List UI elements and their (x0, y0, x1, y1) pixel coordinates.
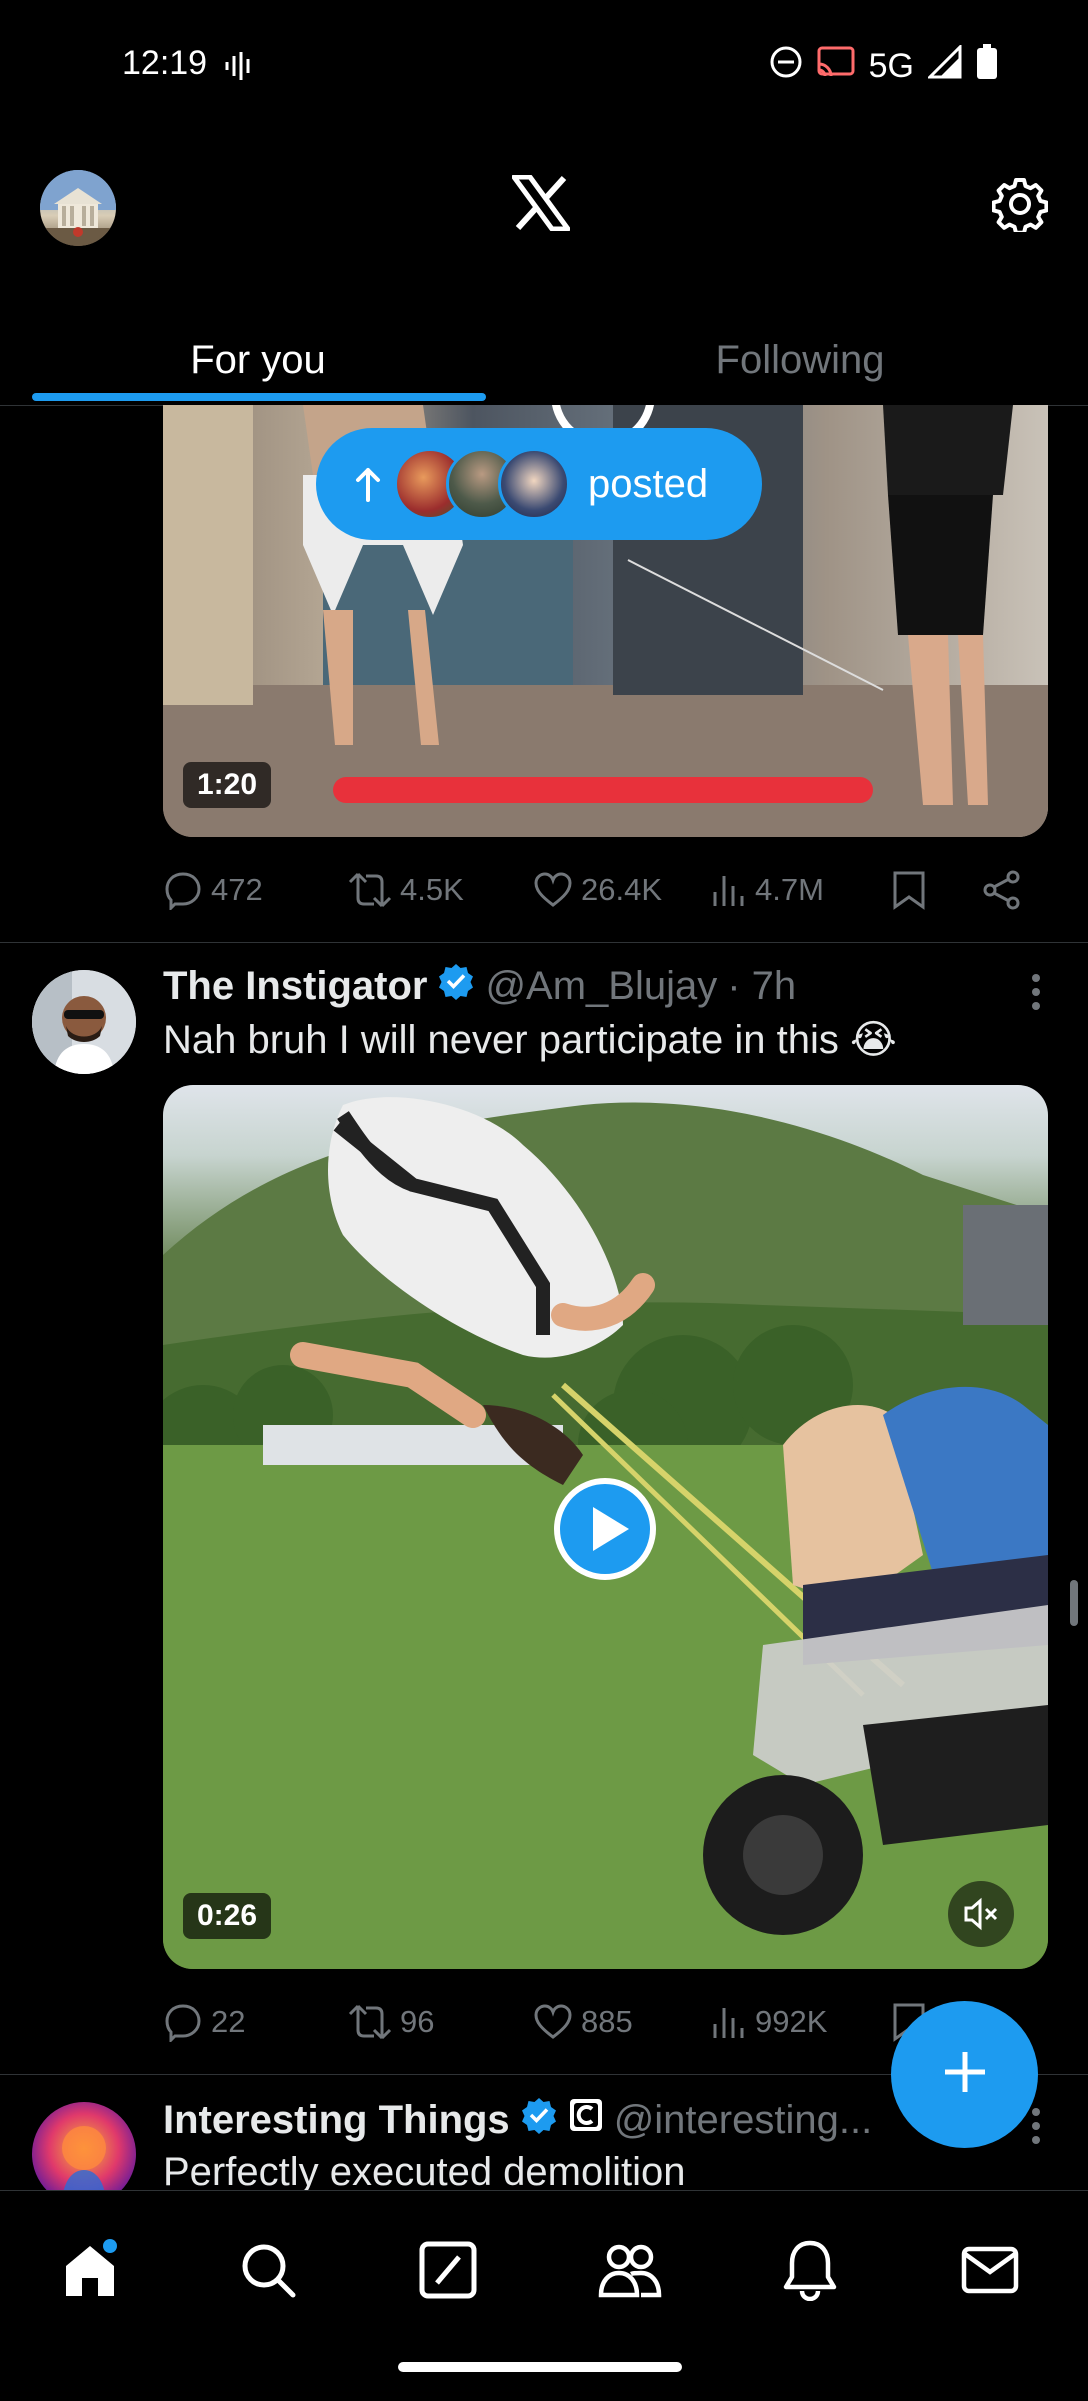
nav-messages[interactable] (950, 2232, 1030, 2312)
nav-notifications[interactable] (770, 2232, 850, 2312)
post-video[interactable]: 0:26 (163, 1085, 1048, 1969)
post-divider (0, 942, 1088, 943)
play-icon[interactable] (553, 1477, 657, 1586)
like-button[interactable]: 885 (533, 2002, 633, 2042)
scrollbar[interactable] (1070, 1580, 1078, 1626)
grok-icon (419, 2241, 477, 2304)
arrow-up-icon (354, 464, 382, 509)
post-header: Interesting Things @interesting... (163, 2096, 872, 2144)
new-posts-label: posted (588, 462, 709, 506)
reply-icon (165, 872, 201, 910)
like-button[interactable]: 26.4K (533, 870, 662, 910)
new-posts-pill[interactable]: posted (316, 428, 762, 540)
heart-icon (534, 2004, 572, 2039)
views-button[interactable]: 992K (711, 2002, 827, 2042)
repost-button[interactable]: 96 (348, 2002, 434, 2042)
status-bar: 12:19 5G (0, 0, 1088, 130)
post-text: Nah bruh I will never participate in thi… (163, 1018, 897, 1062)
mute-icon[interactable] (948, 1881, 1014, 1952)
status-icons: 5G (769, 43, 998, 89)
post-header: The Instigator @Am_Blujay · 7h (163, 962, 796, 1010)
mail-icon (961, 2246, 1019, 2299)
like-count: 26.4K (581, 872, 663, 907)
views-count: 992K (755, 2004, 828, 2039)
search-icon (238, 2240, 298, 2305)
bell-icon (782, 2239, 838, 2306)
status-time: 12:19 (122, 44, 208, 82)
views-icon (713, 876, 744, 906)
verified-badge-icon (437, 962, 475, 1010)
tab-for-you[interactable]: For you (0, 320, 516, 400)
video-duration: 1:20 (183, 762, 272, 808)
avatar (498, 448, 570, 520)
do-not-disturb-icon (769, 45, 803, 88)
battery-icon (976, 44, 998, 89)
reply-count: 472 (211, 872, 263, 907)
settings-gear-icon[interactable] (991, 176, 1049, 237)
views-count: 4.7M (755, 872, 824, 907)
share-icon[interactable] (981, 869, 1023, 911)
like-count: 885 (581, 2004, 633, 2039)
verified-badge-icon (520, 2096, 558, 2144)
nav-search[interactable] (228, 2232, 308, 2312)
communities-icon (597, 2241, 663, 2304)
x-logo-icon[interactable] (511, 174, 571, 236)
reply-button[interactable]: 472 (163, 870, 263, 910)
repost-count: 4.5K (400, 872, 464, 907)
author-handle[interactable]: @interesting... (614, 2098, 873, 2143)
author-avatar[interactable] (32, 970, 136, 1074)
post-time: · 7h (727, 963, 797, 1008)
home-icon (58, 2238, 122, 2307)
network-label: 5G (868, 47, 914, 85)
compose-post-button[interactable] (891, 2001, 1038, 2148)
reply-count: 22 (211, 2004, 246, 2039)
repost-icon (348, 872, 392, 908)
more-options-icon[interactable] (1030, 972, 1042, 1017)
author-handle[interactable]: @Am_Blujay (485, 964, 717, 1009)
active-tab-indicator (32, 393, 486, 401)
nav-grok[interactable] (408, 2232, 488, 2312)
bookmark-icon[interactable] (891, 869, 927, 911)
signal-icon (926, 43, 962, 88)
plus-icon (941, 2048, 989, 2101)
affiliate-badge-icon (568, 2097, 604, 2143)
views-icon (713, 2008, 744, 2038)
profile-avatar[interactable] (40, 170, 116, 246)
repost-button[interactable]: 4.5K (348, 870, 464, 910)
nav-communities[interactable] (590, 2232, 670, 2312)
author-name[interactable]: The Instigator (163, 964, 427, 1009)
home-indicator[interactable] (398, 2362, 682, 2372)
more-options-icon[interactable] (1030, 2106, 1042, 2151)
repost-icon (348, 2004, 392, 2040)
views-button[interactable]: 4.7M (711, 870, 824, 910)
tab-following[interactable]: Following (544, 320, 1056, 400)
heart-icon (534, 872, 572, 907)
cast-icon (817, 46, 855, 87)
repost-count: 96 (400, 2004, 435, 2039)
video-duration: 0:26 (183, 1893, 272, 1939)
nav-home[interactable] (50, 2232, 130, 2312)
reply-icon (165, 2004, 201, 2042)
post-text: Perfectly executed demolition (163, 2150, 686, 2194)
post-actions: 472 4.5K 26.4K 4.7M (163, 860, 1048, 920)
reply-button[interactable]: 22 (163, 2002, 245, 2042)
author-name[interactable]: Interesting Things (163, 2098, 510, 2143)
sound-wave-icon (224, 50, 254, 87)
